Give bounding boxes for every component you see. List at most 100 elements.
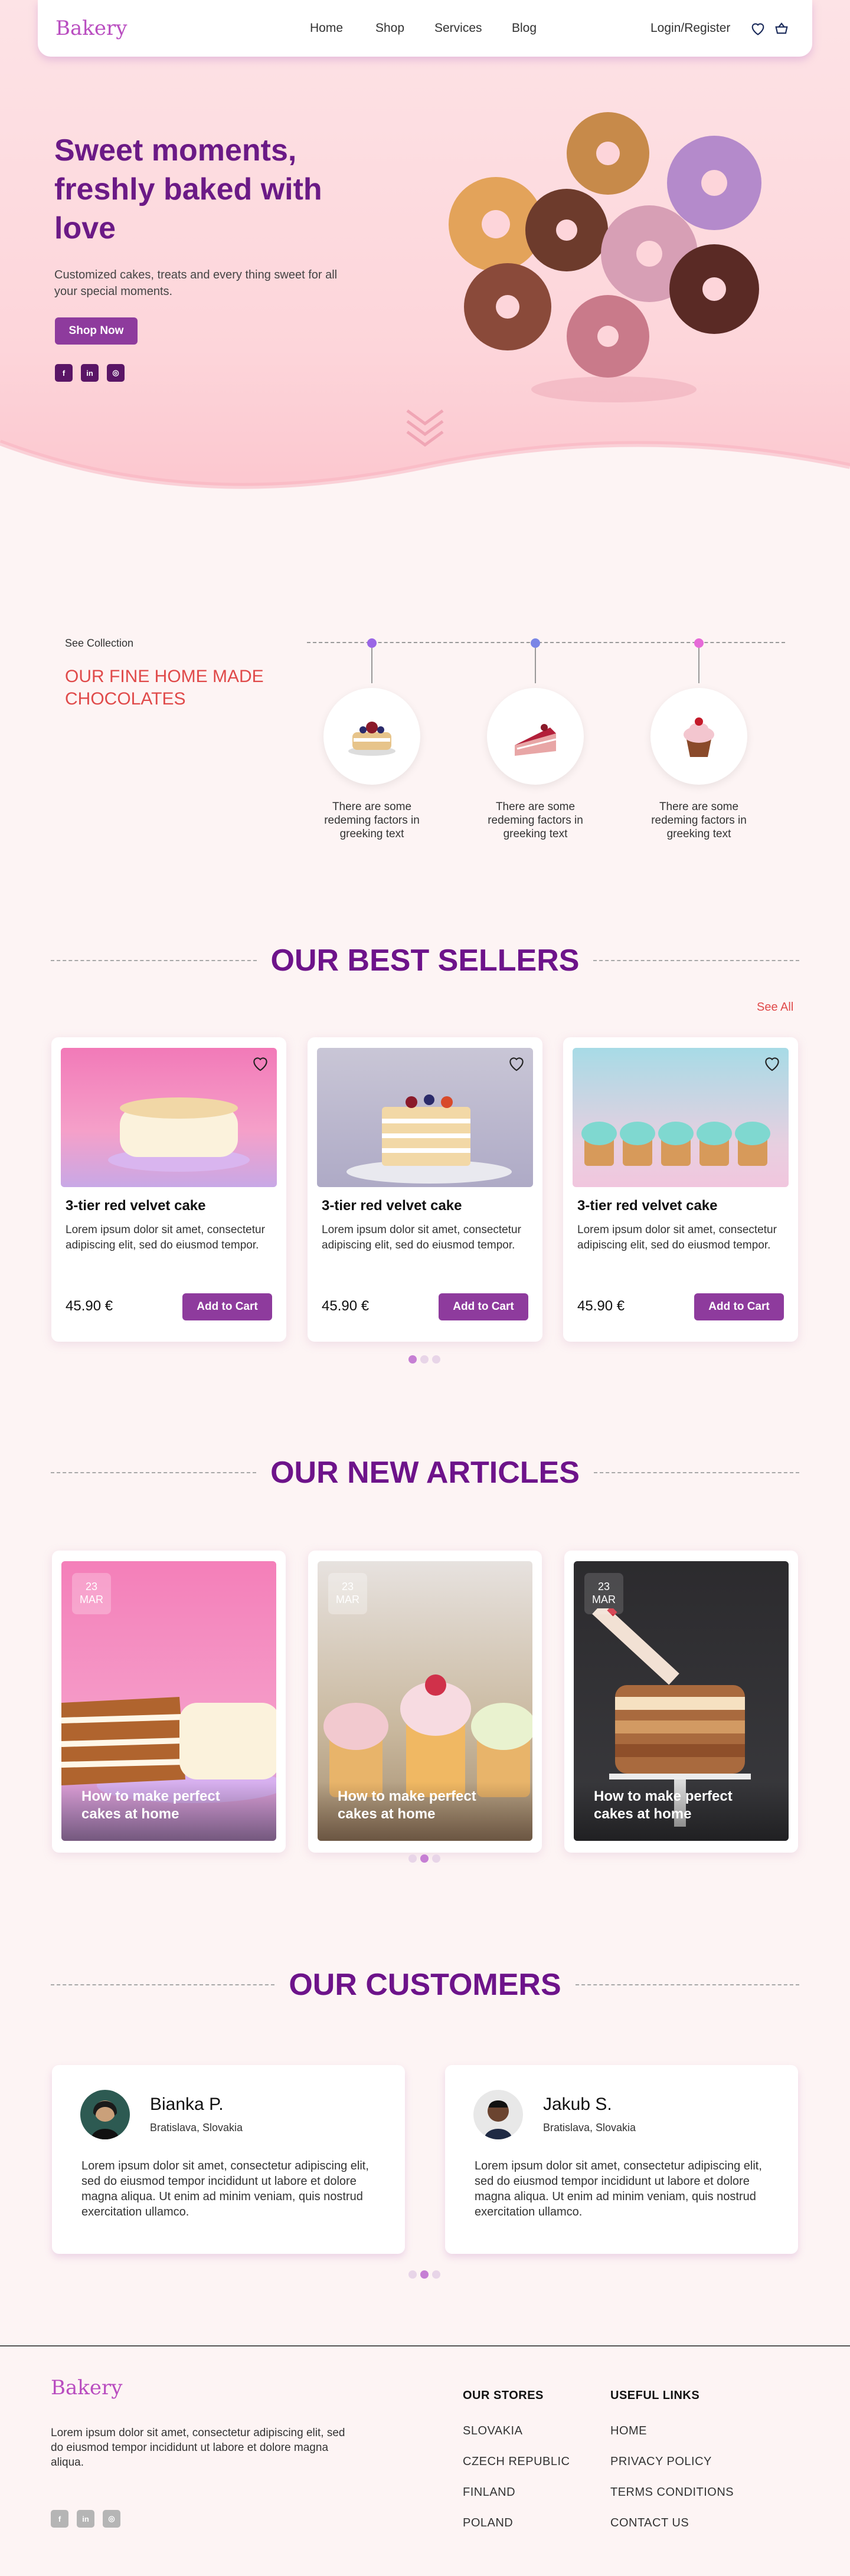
timeline-connector bbox=[371, 648, 372, 683]
section-title: OUR BEST SELLERS bbox=[270, 943, 580, 978]
basket-icon[interactable] bbox=[773, 20, 790, 37]
divider bbox=[593, 960, 800, 961]
timeline-dot bbox=[694, 638, 704, 648]
testimonial-text: Lorem ipsum dolor sit amet, consectetur … bbox=[475, 2159, 762, 2218]
article-title[interactable]: How to make perfect cakes at home bbox=[81, 1788, 259, 1823]
carousel-dot[interactable] bbox=[432, 1355, 440, 1364]
scroll-down-icon[interactable] bbox=[405, 407, 445, 448]
heart-icon[interactable] bbox=[750, 20, 766, 37]
store-link[interactable]: CZECH REPUBLIC bbox=[463, 2455, 570, 2469]
articles-heading: OUR NEW ARTICLES bbox=[51, 1455, 799, 1490]
best-sellers-heading: OUR BEST SELLERS bbox=[51, 943, 800, 978]
add-to-cart-button[interactable]: Add to Cart bbox=[182, 1293, 272, 1320]
collection-item[interactable]: There are some redeming factors in greek… bbox=[646, 635, 752, 847]
nav-blog[interactable]: Blog bbox=[512, 21, 537, 35]
testimonial-text: Lorem ipsum dolor sit amet, consectetur … bbox=[81, 2159, 369, 2218]
footer-link-home[interactable]: HOME bbox=[610, 2424, 647, 2438]
store-link[interactable]: POLAND bbox=[463, 2516, 513, 2530]
product-card[interactable]: 3-tier red velvet cake Lorem ipsum dolor… bbox=[308, 1037, 542, 1342]
facebook-icon[interactable]: f bbox=[51, 2510, 68, 2528]
carousel-dot[interactable] bbox=[432, 2270, 440, 2279]
avatar bbox=[80, 2090, 130, 2139]
article-day: 23 bbox=[85, 1581, 98, 1592]
store-link[interactable]: FINLAND bbox=[463, 2486, 515, 2499]
product-price: 45.90 € bbox=[322, 1298, 370, 1314]
login-register-link[interactable]: Login/Register bbox=[650, 21, 730, 35]
add-to-cart-button[interactable]: Add to Cart bbox=[439, 1293, 528, 1320]
article-card[interactable]: 23 MAR How to make perfect cakes at home bbox=[308, 1551, 542, 1853]
nav-home[interactable]: Home bbox=[310, 21, 343, 35]
donuts-image bbox=[449, 112, 761, 402]
article-month: MAR bbox=[592, 1594, 616, 1605]
article-day: 23 bbox=[341, 1581, 354, 1592]
divider bbox=[593, 1472, 799, 1473]
footer-text: Lorem ipsum dolor sit amet, consectetur … bbox=[51, 2427, 345, 2469]
nav-services[interactable]: Services bbox=[434, 21, 482, 35]
divider bbox=[51, 1984, 275, 1985]
favorite-icon[interactable] bbox=[507, 1054, 526, 1073]
collection-item[interactable]: There are some redeming factors in greek… bbox=[319, 635, 425, 847]
carousel-dot[interactable] bbox=[420, 1854, 429, 1863]
article-title[interactable]: How to make perfect cakes at home bbox=[594, 1788, 771, 1823]
avatar bbox=[473, 2090, 523, 2139]
product-card[interactable]: 3-tier red velvet cake Lorem ipsum dolor… bbox=[51, 1037, 286, 1342]
collection-item[interactable]: There are some redeming factors in greek… bbox=[482, 635, 589, 847]
collection-item-text: There are some redeming factors in greek… bbox=[324, 801, 420, 840]
section-title: OUR CUSTOMERS bbox=[289, 1968, 561, 2002]
add-to-cart-button[interactable]: Add to Cart bbox=[694, 1293, 784, 1320]
nav-shop[interactable]: Shop bbox=[375, 21, 404, 35]
timeline-connector bbox=[535, 648, 536, 683]
carousel-dot[interactable] bbox=[432, 1854, 440, 1863]
product-card[interactable]: 3-tier red velvet cake Lorem ipsum dolor… bbox=[563, 1037, 798, 1342]
collection-eyebrow: See Collection bbox=[65, 637, 134, 649]
store-link[interactable]: SLOVAKIA bbox=[463, 2424, 522, 2438]
divider bbox=[575, 1984, 800, 1985]
navbar: Bakery Home Shop Services Blog Login/Reg… bbox=[38, 0, 812, 57]
instagram-icon[interactable]: ◎ bbox=[103, 2510, 120, 2528]
customer-location: Bratislava, Slovakia bbox=[543, 2122, 636, 2133]
article-image: 23 MAR How to make perfect cakes at home bbox=[574, 1561, 789, 1841]
cake-image bbox=[323, 688, 420, 785]
linkedin-icon[interactable]: in bbox=[81, 364, 99, 382]
see-all-link[interactable]: See All bbox=[757, 1001, 793, 1014]
product-name: 3-tier red velvet cake bbox=[322, 1198, 462, 1214]
testimonial-card: Jakub S. Bratislava, Slovakia Lorem ipsu… bbox=[445, 2065, 798, 2254]
hero-title: Sweet moments, freshly baked with love bbox=[54, 133, 322, 245]
footer-link-terms[interactable]: TERMS CONDITIONS bbox=[610, 2486, 734, 2499]
article-day: 23 bbox=[597, 1581, 610, 1592]
footer-logo[interactable]: Bakery bbox=[51, 2376, 122, 2400]
collection-item-text: There are some redeming factors in greek… bbox=[651, 801, 747, 840]
collection-title: OUR FINE HOME MADE CHOCOLATES bbox=[65, 667, 264, 709]
shop-now-button[interactable]: Shop Now bbox=[55, 317, 138, 345]
product-image bbox=[61, 1048, 277, 1187]
carousel-dot[interactable] bbox=[408, 1854, 417, 1863]
product-description: Lorem ipsum dolor sit amet, consectetur … bbox=[66, 1224, 265, 1251]
product-image bbox=[573, 1048, 789, 1187]
carousel-dots bbox=[408, 2270, 440, 2279]
cake-slice-image bbox=[487, 688, 584, 785]
carousel-dot[interactable] bbox=[408, 2270, 417, 2279]
article-title[interactable]: How to make perfect cakes at home bbox=[338, 1788, 515, 1823]
favorite-icon[interactable] bbox=[763, 1054, 782, 1073]
product-name: 3-tier red velvet cake bbox=[577, 1198, 718, 1214]
product-price: 45.90 € bbox=[577, 1298, 625, 1314]
footer-link-privacy[interactable]: PRIVACY POLICY bbox=[610, 2455, 712, 2469]
customer-location: Bratislava, Slovakia bbox=[150, 2122, 243, 2133]
useful-links-title: USEFUL LINKS bbox=[610, 2389, 700, 2402]
article-card[interactable]: 23 MAR How to make perfect cakes at home bbox=[564, 1551, 798, 1853]
linkedin-icon[interactable]: in bbox=[77, 2510, 94, 2528]
logo[interactable]: Bakery bbox=[55, 17, 127, 40]
footer-link-contact[interactable]: CONTACT US bbox=[610, 2516, 689, 2530]
carousel-dot[interactable] bbox=[408, 1355, 417, 1364]
testimonial-card: Bianka P. Bratislava, Slovakia Lorem ips… bbox=[52, 2065, 405, 2254]
article-image: 23 MAR How to make perfect cakes at home bbox=[61, 1561, 276, 1841]
product-name: 3-tier red velvet cake bbox=[66, 1198, 206, 1214]
article-card[interactable]: 23 MAR How to make perfect cakes at home bbox=[52, 1551, 286, 1853]
carousel-dot[interactable] bbox=[420, 2270, 429, 2279]
product-description: Lorem ipsum dolor sit amet, consectetur … bbox=[577, 1224, 777, 1251]
facebook-icon[interactable]: f bbox=[55, 364, 73, 382]
instagram-icon[interactable]: ◎ bbox=[107, 364, 125, 382]
favorite-icon[interactable] bbox=[251, 1054, 270, 1073]
carousel-dot[interactable] bbox=[420, 1355, 429, 1364]
customer-name: Jakub S. bbox=[543, 2095, 612, 2114]
